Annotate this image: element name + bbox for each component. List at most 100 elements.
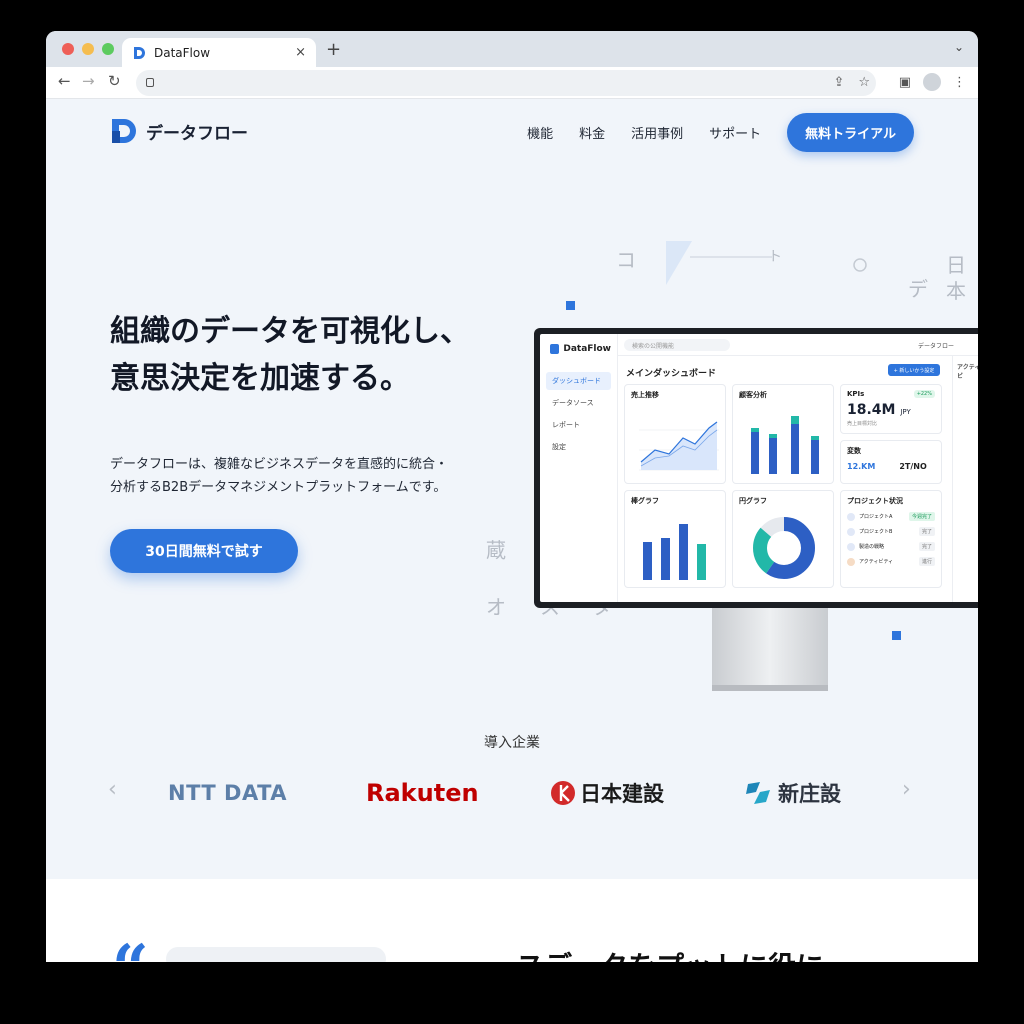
reload-icon[interactable]: ↻ [108,72,121,90]
dashboard-nav-item[interactable]: データソース [546,394,611,412]
decor-square [892,631,901,640]
variable-value: 12.KM [847,462,876,471]
project-row[interactable]: プロジェクトA 今週完了 [847,512,935,521]
variables-card: 変数 12.KM 2T/NO [840,440,942,484]
browser-tab[interactable]: DataFlow × [122,38,316,67]
monitor-stand-base [712,685,828,691]
new-tab-button[interactable]: + [326,39,341,60]
project-row[interactable]: アクティビティ 進行 [847,557,935,566]
card-title: 顧客分析 [739,391,767,399]
decor-char: 蔵 [486,538,506,562]
kpi-subtext: 売上目標対比 [847,421,878,427]
carousel-next-icon[interactable]: › [902,777,911,802]
hero-title-line: 組織のデータを可視化し、 [110,314,470,349]
dashboard-nav-item[interactable]: 設定 [546,438,611,456]
quote-mark-icon: “ [112,937,149,963]
nav-link-cases[interactable]: 活用事例 [631,123,683,142]
client-logo-shinshosetsu: 新庄設 [744,773,841,813]
client-logo-rakuten: Rakuten [366,779,479,807]
card-title: 売上推移 [631,391,659,399]
decor-char: コ [616,248,636,272]
tab-close-icon[interactable]: × [295,45,306,60]
project-tag: 今週完了 [908,512,935,521]
start-trial-button[interactable]: 30日間無料で試す [110,529,298,573]
hero-subtitle: データフローは、複雑なビジネスデータを直感的に統合・ 分析するB2Bデータマネジ… [110,454,510,500]
project-tag: 完了 [918,542,935,551]
hero-subtitle-line: 分析するB2Bデータマネジメントプラットフォームです。 [110,479,447,495]
decor-line-shape [666,241,772,285]
project-name: プロジェクトB [859,529,893,535]
dashboard-user-menu[interactable]: データフロー [918,341,954,350]
card-title: 変数 [847,447,861,455]
back-arrow-icon[interactable]: ← [58,72,71,90]
sales-trend-card: 売上推移 [624,384,726,484]
bookmark-star-icon[interactable]: ☆ [858,75,870,90]
project-row[interactable]: 製造の戦略 完了 [847,542,935,551]
lock-icon [146,78,154,87]
dashboard-title: メインダッシュボード [626,369,717,379]
client-logo-text: 日本建設 [580,782,664,806]
variable-value: 2T/NO [899,462,927,471]
nav-link-pricing[interactable]: 料金 [579,123,605,142]
close-window-button[interactable] [62,43,74,55]
kpi-value: 18.4M JPY [847,402,935,418]
bar-chart [643,524,706,580]
address-bar[interactable]: ⇪ ☆ [136,70,876,96]
section-heading: スデータをプットに役に [516,945,824,962]
project-icon [847,512,855,521]
variables-values: 12.KM 2T/NO [847,462,935,471]
share-icon[interactable]: ⇪ [833,75,844,90]
project-status-card: プロジェクト状況 プロジェクトA 今週完了 プロジェクトB 完了 製造の戦略 完了 ア… [840,490,942,588]
dashboard-nav-item[interactable]: レポート [546,416,611,434]
logo-text: データフロー [146,123,248,144]
browser-toolbar: ← → ↻ ⇪ ☆ ▣ ⋮ [46,67,978,99]
client-logo-text: 新庄設 [778,782,841,806]
forward-arrow-icon[interactable]: → [82,72,95,90]
hero-title-line: 意思決定を加速する。 [110,360,410,396]
dashboard-logo-text: DataFlow [563,344,611,354]
web-page: データフロー 機能 料金 活用事例 サポート 無料トライアル コ ト 日 デ 本… [46,99,978,962]
kpi-unit: JPY [900,408,911,416]
nav-link-features[interactable]: 機能 [527,123,553,142]
project-name: 製造の戦略 [859,544,885,550]
nihon-kensetsu-mark-icon [551,781,575,805]
client-logo-nihon-kensetsu: 日本建設 [550,773,664,813]
client-logo-ntt-data: NTT DATA [168,781,288,805]
project-icon [847,527,855,536]
dashboard-search-input[interactable]: 検索の公開機能 [624,339,730,351]
project-row[interactable]: プロジェクトB 完了 [847,527,935,536]
monitor-mockup: DataFlow ダッシュボード データソース レポート 設定 検索の公開機能 … [534,328,978,608]
nav-link-support[interactable]: サポート [709,123,761,142]
line-chart [639,421,719,471]
card-title: プロジェクト状況 [847,497,903,505]
kpi-badge: +22% [913,390,935,398]
customer-analysis-card: 顧客分析 [732,384,834,484]
project-name: アクティビティ [859,559,894,565]
pie-chart-card: 円グラフ [732,490,834,588]
sidebar-icon[interactable]: ▣ [899,75,911,90]
menu-kebab-icon[interactable]: ⋮ [953,75,966,90]
kpi-number: 18.4M [847,402,896,418]
tab-search-chevron-icon[interactable]: ⌄ [954,40,964,54]
dashboard-add-button[interactable]: + 新しいかう設定 [888,364,940,376]
project-icon [847,542,855,551]
decor-char: 本 [946,279,966,303]
decor-char: オ [486,595,506,619]
carousel-prev-icon[interactable]: ‹ [108,777,117,802]
dataflow-logo-icon [112,119,136,143]
window-controls [62,43,114,55]
dashboard-nav-item[interactable]: ダッシュボード [546,372,611,390]
minimize-window-button[interactable] [82,43,94,55]
dataflow-logo-icon [550,344,560,354]
dashboard-screen: DataFlow ダッシュボード データソース レポート 設定 検索の公開機能 … [540,334,978,602]
project-tag: 完了 [918,527,935,536]
shinshosetsu-mark-icon [746,782,770,804]
stacked-bar-chart [751,416,819,474]
profile-avatar-icon[interactable] [923,73,941,91]
maximize-window-button[interactable] [102,43,114,55]
site-logo[interactable]: データフロー [110,117,248,145]
donut-chart [753,517,815,579]
kpi-card: KPIs +22% 18.4M JPY 売上目標対比 [840,384,942,434]
card-title: 円グラフ [739,497,767,505]
free-trial-button[interactable]: 無料トライアル [787,113,914,152]
